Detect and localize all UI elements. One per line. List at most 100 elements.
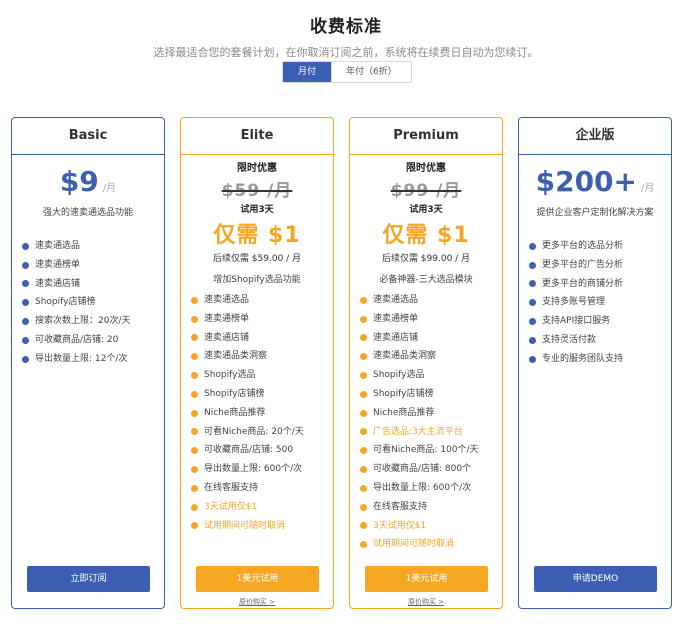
feature-list: 速卖通选品 速卖通榜单 速卖通店铺 速卖通品类洞察 Shopify选品 Shopify店铺…: [191, 291, 329, 535]
feature-item: 试用期间可随时取消: [360, 535, 498, 554]
feature-item: 更多平台的商铺分析: [529, 275, 667, 294]
bullet-dot-icon: [360, 334, 367, 342]
bullet-dot-icon: [360, 353, 367, 361]
feature-text: 搜索次数上限：20次/天: [35, 316, 131, 327]
feature-text: 可收藏商品/店铺: 500: [204, 445, 294, 456]
feature-text: 试用期间可随时取消: [373, 539, 455, 550]
trial-button[interactable]: 1美元试用: [365, 566, 488, 592]
bullet-dot-icon: [529, 242, 536, 250]
feature-text: 专业的服务团队支持: [542, 353, 624, 364]
feature-item: 可收藏商品/店铺: 500: [191, 441, 329, 460]
plan-price: $9: [59, 165, 99, 198]
page-title: 收费标准: [310, 17, 382, 37]
feature-item: 速卖通选品: [360, 291, 498, 310]
feature-item: 速卖通榜单: [191, 310, 329, 329]
feature-text: 3天试用仅$1: [373, 520, 427, 531]
plan-name: Elite: [181, 118, 333, 155]
feature-item: 速卖通选品: [22, 237, 160, 256]
bullet-dot-icon: [360, 484, 367, 492]
promo-price: 仅需 $1: [382, 223, 470, 248]
feature-text: 速卖通选品: [373, 295, 419, 305]
feature-text: 3天试用仅$1: [204, 501, 258, 512]
plan-card-elite: Elite 限时优惠 $59 /月 试用3天 仅需 $1 后续仅需 $59.00…: [180, 117, 334, 609]
plan-description: 增加Shopify选品功能: [213, 275, 301, 285]
bullet-dot-icon: [22, 299, 29, 307]
feature-text: 速卖通榜单: [373, 313, 419, 324]
bullet-dot-icon: [191, 522, 198, 530]
bullet-dot-icon: [191, 447, 198, 455]
trial-label: 试用3天: [240, 205, 274, 215]
plan-description: 提供企业客户定制化解决方案: [536, 208, 654, 218]
feature-item: 可看Niche商品: 20个/天: [191, 423, 329, 442]
feature-item: 可收藏商品/店铺: 800个: [360, 460, 498, 479]
feature-item: 支持灵活付款: [529, 331, 667, 350]
bullet-dot-icon: [191, 372, 198, 380]
price-unit: /月: [102, 183, 117, 194]
feature-text: 速卖通店铺: [373, 332, 419, 343]
feature-text: 速卖通品类洞察: [204, 351, 268, 362]
original-price-purchase-link[interactable]: 原价购买 >: [350, 597, 502, 607]
billing-yearly-tab[interactable]: 年付（6折）: [331, 62, 411, 82]
subscribe-button[interactable]: 立即订阅: [27, 566, 150, 592]
plan-price: $200+: [535, 165, 637, 198]
feature-item: 更多平台的广告分析: [529, 256, 667, 275]
bullet-dot-icon: [529, 318, 536, 326]
feature-text: 更多平台的商铺分析: [542, 278, 624, 289]
bullet-dot-icon: [191, 484, 198, 492]
feature-item: 支持多账号管理: [529, 293, 667, 312]
feature-text: 可收藏商品/店铺: 800个: [373, 464, 472, 475]
renew-price: 后续仅需 $99.00 / 月: [381, 254, 471, 264]
feature-item: 可收藏商品/店铺: 20: [22, 331, 160, 350]
bullet-dot-icon: [22, 355, 29, 363]
feature-list: 速卖通选品 速卖通榜单 速卖通店铺 Shopify店铺榜 搜索次数上限：20次/天 可收藏…: [22, 237, 160, 369]
plan-card-enterprise: 企业版 $200+ /月 提供企业客户定制化解决方案 更多平台的选品分析 更多平台的…: [518, 117, 672, 609]
billing-monthly-tab[interactable]: 月付: [283, 62, 332, 82]
feature-item: 可看Niche商品: 100个/天: [360, 441, 498, 460]
feature-item: Niche商品推荐: [191, 404, 329, 423]
bullet-dot-icon: [360, 390, 367, 398]
original-price: $99 /月: [390, 181, 462, 201]
bullet-dot-icon: [22, 318, 29, 326]
bullet-dot-icon: [360, 409, 367, 417]
bullet-dot-icon: [22, 336, 29, 344]
feature-item: 速卖通店铺: [191, 329, 329, 348]
original-price-purchase-link[interactable]: 原价购买 >: [181, 597, 333, 607]
bullet-dot-icon: [360, 372, 367, 380]
promo-label: 限时优惠: [406, 163, 446, 174]
renew-price: 后续仅需 $59.00 / 月: [212, 254, 302, 264]
feature-item: Shopify选品: [360, 366, 498, 385]
bullet-dot-icon: [529, 299, 536, 307]
bullet-dot-icon: [22, 280, 29, 288]
feature-text: 更多平台的选品分析: [542, 241, 624, 251]
feature-text: 速卖通榜单: [204, 313, 250, 324]
bullet-dot-icon: [191, 353, 198, 361]
feature-text: 在线客服支持: [204, 482, 259, 493]
feature-item: 速卖通选品: [191, 291, 329, 310]
price-unit: /月: [641, 183, 655, 194]
feature-item: 在线客服支持: [191, 479, 329, 498]
bullet-dot-icon: [360, 522, 367, 530]
bullet-dot-icon: [191, 315, 198, 323]
feature-item: 3天试用仅$1: [191, 498, 329, 517]
trial-button[interactable]: 1美元试用: [196, 566, 319, 592]
feature-item: 速卖通店铺: [360, 329, 498, 348]
feature-item: 广告选品:3大主流平台: [360, 423, 498, 442]
original-price: $59 /月: [221, 181, 293, 201]
plan-card-premium: Premium 限时优惠 $99 /月 试用3天 仅需 $1 后续仅需 $99.…: [349, 117, 503, 609]
bullet-dot-icon: [22, 242, 29, 250]
feature-list: 速卖通选品 速卖通榜单 速卖通店铺 速卖通品类洞察 Shopify选品 Shopify店铺…: [360, 291, 498, 554]
bullet-dot-icon: [191, 334, 198, 342]
bullet-dot-icon: [529, 336, 536, 344]
plan-name: Premium: [350, 118, 502, 155]
bullet-dot-icon: [360, 466, 367, 474]
bullet-dot-icon: [360, 503, 367, 511]
request-demo-button[interactable]: 申请DEMO: [534, 566, 657, 592]
feature-text: 导出数量上限: 600个/次: [204, 464, 303, 475]
plan-name: 企业版: [519, 118, 671, 155]
feature-text: 支持多账号管理: [542, 297, 606, 308]
feature-item: 速卖通榜单: [22, 256, 160, 275]
price-row: $200+ /月: [519, 165, 671, 201]
bullet-dot-icon: [529, 355, 536, 363]
feature-text: 支持灵活付款: [542, 334, 597, 345]
feature-item: 速卖通店铺: [22, 275, 160, 294]
